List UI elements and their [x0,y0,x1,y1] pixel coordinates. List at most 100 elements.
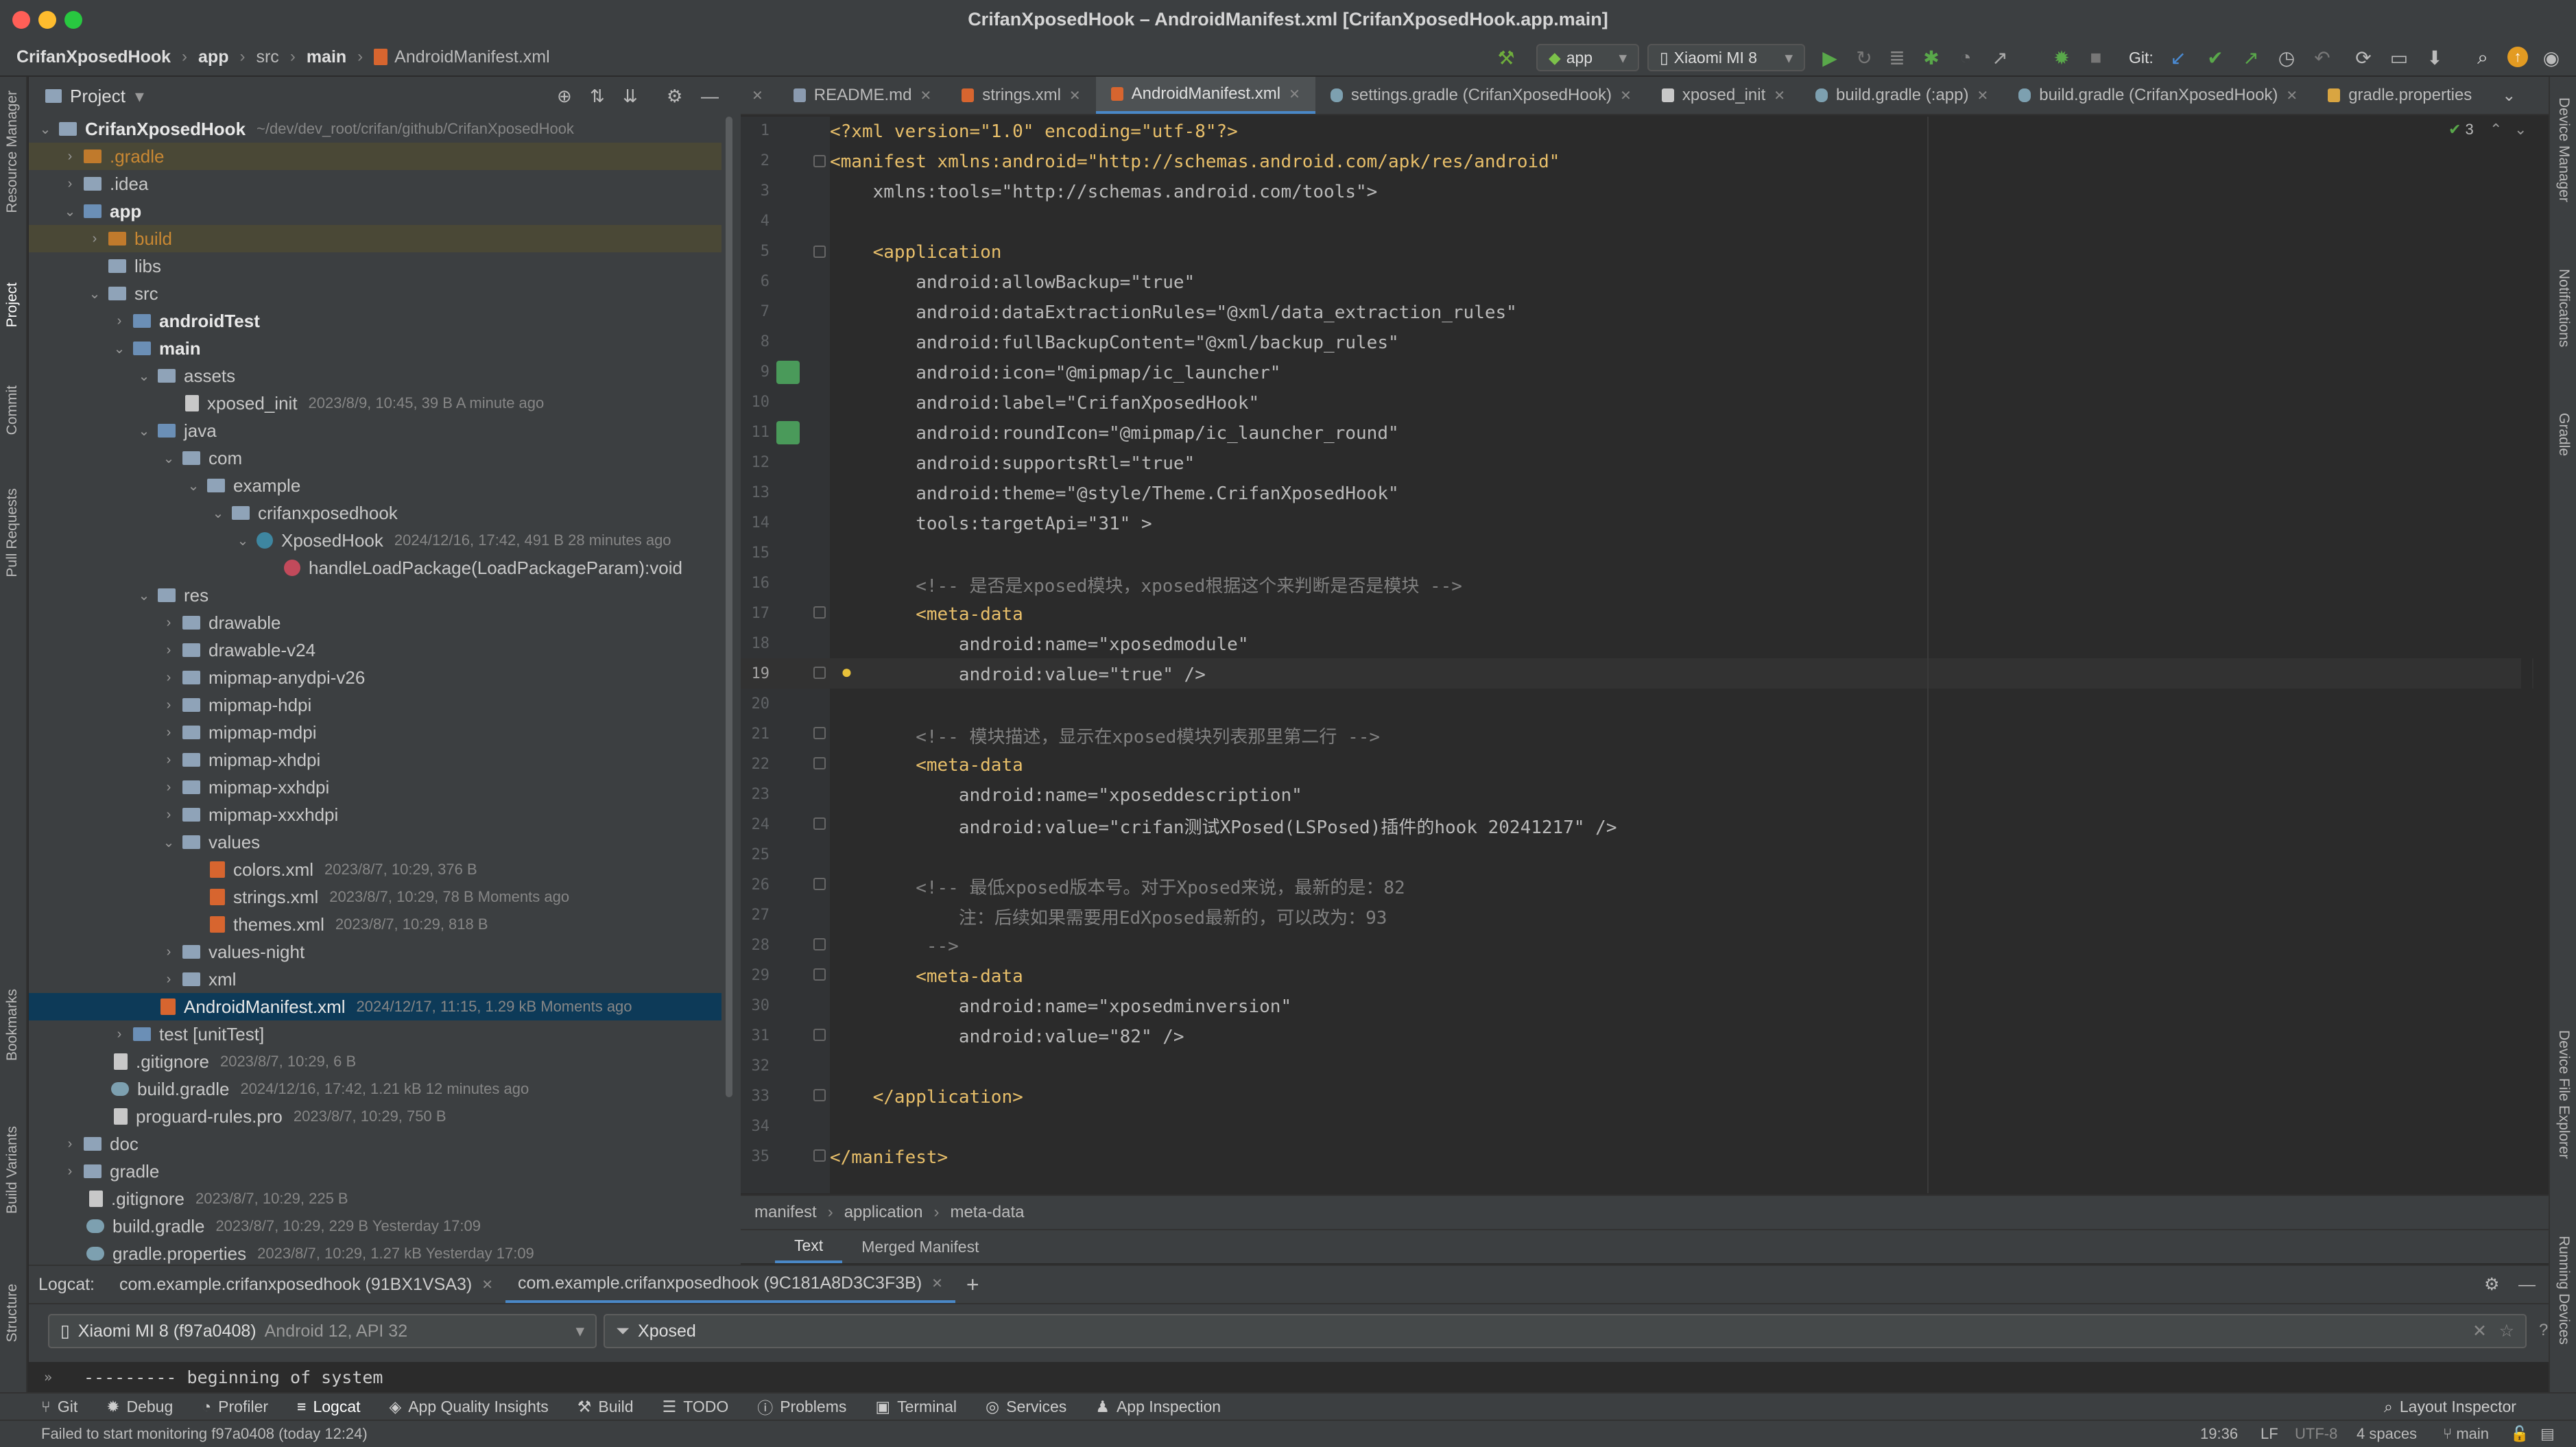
close-window-button[interactable] [12,11,30,29]
project-view-select[interactable]: Project [70,86,126,107]
close-icon[interactable]: ✕ [1774,87,1785,104]
line-separator[interactable]: LF [2261,1425,2278,1443]
expand-icon[interactable]: » [44,1369,52,1385]
memory-indicator-icon[interactable]: ▤ [2540,1425,2555,1443]
tab-androidmanifest[interactable]: AndroidManifest.xml ✕ [1095,77,1315,114]
git-commit-icon[interactable]: ✔ [2204,47,2226,69]
tree-item-idea[interactable]: › .idea [29,170,721,198]
tool-layout-inspector[interactable]: ⌕ Layout Inspector [2384,1398,2516,1416]
fold-marker-icon[interactable] [813,968,826,981]
nav-crumb-src[interactable]: src [256,47,278,67]
tool-tab-pull-requests[interactable]: Pull Requests [4,488,21,577]
tabs-close-all[interactable]: ✕ [741,77,778,114]
tool-tab-bookmarks[interactable]: Bookmarks [4,989,21,1061]
tree-item-drawable[interactable]: › drawable [29,609,721,636]
tree-item-gradle[interactable]: › gradle [29,1158,721,1185]
bug-icon[interactable]: ✹ [2051,47,2073,69]
gear-icon[interactable]: ⚙ [2484,1274,2499,1295]
tree-item-main[interactable]: ⌄ main [29,335,721,362]
tool-tab-project[interactable]: Project [4,283,21,327]
tool-tab-gradle[interactable]: Gradle [2555,413,2572,456]
tree-item-androidmanifest[interactable]: AndroidManifest.xml 2024/12/17, 11:15, 1.… [29,993,721,1020]
fold-marker-icon[interactable] [813,1089,826,1101]
device-select[interactable]: ▯ Xiaomi MI 8 ▾ [1647,44,1805,71]
tree-item-assets[interactable]: ⌄ assets [29,362,721,390]
tree-item-com[interactable]: ⌄ com [29,444,721,472]
tool-debug[interactable]: ✹ Debug [106,1398,173,1416]
tool-terminal[interactable]: ▣ Terminal [875,1398,957,1416]
tree-item-libs[interactable]: libs [29,252,721,280]
editor-scrollbar[interactable] [2521,117,2532,1193]
fold-marker-icon[interactable] [813,938,826,950]
tool-build[interactable]: ⚒ Build [577,1398,634,1416]
close-icon[interactable]: ✕ [481,1276,493,1293]
tool-tab-device-file-explorer[interactable]: Device File Explorer [2555,1030,2572,1159]
caret-position[interactable]: 19:36 [2200,1425,2238,1443]
tool-profiler[interactable]: ◔ Profiler [202,1398,268,1416]
sync-gradle-icon[interactable]: ⟳ [2352,47,2374,69]
run-config-select[interactable]: ◆ app ▾ [1536,44,1639,71]
sdk-manager-icon[interactable]: ⬇ [2424,47,2446,69]
tree-item-strings-xml[interactable]: strings.xml 2023/8/7, 10:29, 78 B Moments… [29,883,721,911]
nav-crumb-project[interactable]: CrifanXposedHook [16,47,171,67]
fold-marker-icon[interactable] [813,606,826,619]
logcat-tab-1[interactable]: com.example.crifanxposedhook (91BX1VSA3)… [107,1266,505,1303]
tool-tab-device-manager[interactable]: Device Manager [2555,97,2572,202]
tree-item-gradle-properties[interactable]: gradle.properties 2023/8/7, 10:29, 1.27 k… [29,1240,721,1267]
star-icon[interactable]: ☆ [2499,1321,2514,1341]
tree-item-colors-xml[interactable]: colors.xml 2023/8/7, 10:29, 376 B [29,856,721,883]
tree-item-mipmap-mdpi[interactable]: › mipmap-mdpi [29,719,721,746]
tool-app-quality-insights[interactable]: ◈ App Quality Insights [390,1398,549,1416]
tab-gradle-properties[interactable]: gradle.properties [2313,77,2487,114]
tool-tab-commit[interactable]: Commit [4,385,21,435]
chevron-up-icon[interactable]: ⌃ [2490,121,2502,139]
hide-panel-icon[interactable]: — [701,86,719,107]
logcat-tab-2[interactable]: com.example.crifanxposedhook (9C181A8D3C… [505,1266,955,1303]
tree-item-app[interactable]: ⌄ app [29,198,721,225]
breadcrumb-application[interactable]: application [844,1203,923,1222]
tool-app-inspection[interactable]: ♟ App Inspection [1095,1398,1221,1416]
tree-item-drawable-v24[interactable]: › drawable-v24 [29,636,721,664]
history-icon[interactable]: ◷ [2276,47,2298,69]
nav-crumb-file[interactable]: AndroidManifest.xml [394,47,549,67]
lock-icon[interactable]: 🔓 [2510,1425,2529,1443]
project-tree-scrollbar[interactable] [726,117,732,1097]
profile-icon[interactable]: ◔ [1955,47,1977,69]
tool-tab-notifications[interactable]: Notifications [2555,269,2572,347]
help-icon[interactable]: ? [2539,1321,2548,1340]
tool-git[interactable]: ⑂ Git [41,1398,77,1416]
fold-marker-icon[interactable] [813,1029,826,1041]
tree-item-handleloadpackage[interactable]: handleLoadPackage(LoadPackageParam):void [29,554,721,582]
logcat-output[interactable]: » --------- beginning of system [29,1362,2549,1392]
tab-build-gradle-root[interactable]: build.gradle (CrifanXposedHook) ✕ [2003,77,2313,114]
close-icon[interactable]: ✕ [2286,87,2298,104]
nav-crumb-main[interactable]: main [307,47,346,67]
tool-todo[interactable]: ☰ TODO [663,1398,729,1416]
debug-icon[interactable]: ✱ [1920,47,1942,69]
android-icon[interactable] [776,421,800,444]
tree-item-crifanxposedhook[interactable]: ⌄ crifanxposedhook [29,499,721,527]
tabs-more[interactable]: ⌄ [2487,77,2531,114]
fold-marker-icon[interactable] [813,878,826,890]
update-icon[interactable]: ↑ [2507,47,2528,67]
tree-item-java[interactable]: ⌄ java [29,417,721,444]
tree-item-test[interactable]: › test [unitTest] [29,1020,721,1048]
tab-text[interactable]: Text [775,1230,843,1263]
indent-setting[interactable]: 4 spaces [2357,1425,2417,1443]
tab-xposed-init[interactable]: xposed_init ✕ [1647,77,1800,114]
tree-item-mipmap-xxhdpi[interactable]: › mipmap-xxhdpi [29,774,721,801]
gear-icon[interactable]: ⚙ [667,86,682,107]
hide-panel-icon[interactable]: — [2518,1275,2536,1295]
rerun-icon[interactable]: ↻ [1853,47,1875,69]
fold-marker-icon[interactable] [813,667,826,679]
tool-tab-build-variants[interactable]: Build Variants [4,1126,21,1214]
add-tab-icon[interactable]: + [966,1272,979,1297]
apply-changes-icon[interactable]: ≣ [1886,47,1908,69]
tree-item-root[interactable]: ⌄ CrifanXposedHook ~/dev/dev_root/crifan/g… [29,115,721,143]
inspection-widget[interactable]: ✔ 3 [2448,121,2474,139]
account-icon[interactable]: ◉ [2540,47,2562,69]
tree-item-doc[interactable]: › doc [29,1130,721,1158]
tool-services[interactable]: ◎ Services [986,1398,1066,1416]
hammer-icon[interactable]: ⚒ [1495,47,1517,69]
tree-item-gradle-dir[interactable]: › .gradle [29,143,721,170]
